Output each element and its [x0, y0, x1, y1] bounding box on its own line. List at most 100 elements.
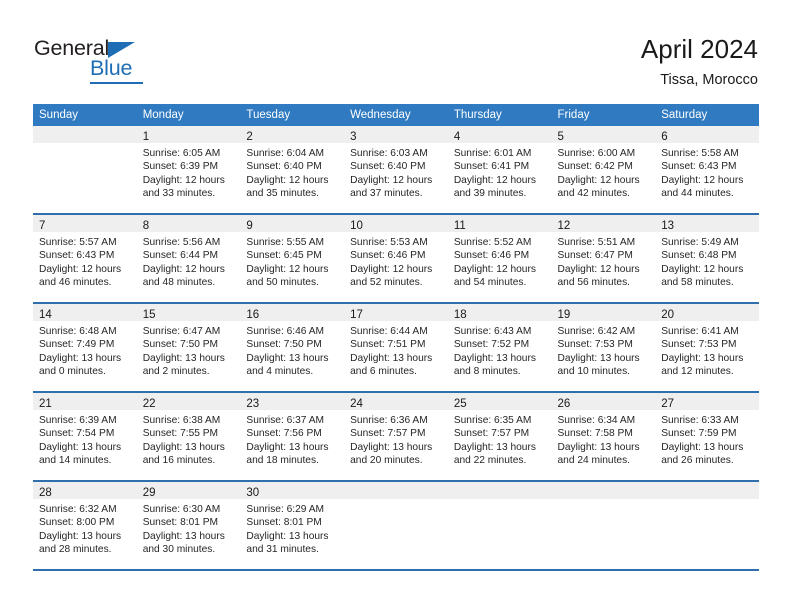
day-number: 20 — [661, 309, 675, 321]
calendar-day-cell[interactable]: 20 Sunrise: 6:41 AM Sunset: 7:53 PM Dayligh… — [655, 303, 759, 393]
calendar-day-cell[interactable]: 28 Sunrise: 6:32 AM Sunset: 8:00 PM Dayligh… — [33, 481, 137, 571]
day-number-band: 28 — [33, 482, 137, 499]
day-number-band: 20 — [655, 304, 759, 321]
day-number-band: 4 — [447, 126, 552, 143]
daylight-text-line1: Daylight: 13 hours — [142, 530, 225, 542]
sunset-text: Sunset: 6:40 PM — [350, 161, 426, 173]
day-number-band: 18 — [447, 304, 552, 321]
day-number-band: 12 — [551, 215, 656, 232]
calendar-day-cell[interactable]: 13 Sunrise: 5:49 AM Sunset: 6:48 PM Dayligh… — [655, 214, 759, 304]
day-number-band: 9 — [240, 215, 345, 232]
weekday-header-monday: Monday — [136, 104, 241, 126]
calendar-day-cell[interactable]: 14 Sunrise: 6:48 AM Sunset: 7:49 PM Dayligh… — [33, 303, 137, 393]
calendar-day-cell[interactable]: 21 Sunrise: 6:39 AM Sunset: 7:54 PM Dayligh… — [33, 392, 137, 482]
sunrise-text: Sunrise: 6:29 AM — [246, 504, 324, 515]
calendar-day-cell[interactable]: 5 Sunrise: 6:00 AM Sunset: 6:42 PM Daylight… — [551, 126, 656, 215]
day-number: 10 — [350, 220, 363, 232]
calendar-day-cell[interactable]: 3 Sunrise: 6:03 AM Sunset: 6:40 PM Daylight… — [344, 126, 448, 215]
sunrise-text: Sunrise: 6:42 AM — [557, 326, 636, 337]
page-header: General Blue April 2024 Tissa, Morocco — [0, 0, 792, 98]
daylight-text-line2: and 52 minutes. — [350, 277, 423, 289]
day-number-band — [551, 482, 656, 499]
daylight-text-line2: and 12 minutes. — [661, 366, 734, 378]
calendar-cell-empty — [655, 481, 759, 571]
day-details: Sunrise: 5:51 AM Sunset: 6:47 PM Daylight:… — [552, 232, 656, 290]
day-number-band: 26 — [551, 393, 656, 410]
calendar-day-cell[interactable]: 30 Sunrise: 6:29 AM Sunset: 8:01 PM Dayligh… — [240, 481, 345, 571]
calendar-day-cell[interactable]: 27 Sunrise: 6:33 AM Sunset: 7:59 PM Dayligh… — [655, 392, 759, 482]
sunrise-text: Sunrise: 6:41 AM — [661, 326, 739, 337]
sunrise-text: Sunrise: 6:34 AM — [557, 415, 636, 426]
sunset-text: Sunset: 7:55 PM — [142, 428, 219, 440]
calendar-day-cell[interactable]: 17 Sunrise: 6:44 AM Sunset: 7:51 PM Dayligh… — [344, 303, 448, 393]
daylight-text-line1: Daylight: 12 hours — [39, 263, 122, 275]
calendar-day-cell[interactable]: 23 Sunrise: 6:37 AM Sunset: 7:56 PM Dayligh… — [240, 392, 345, 482]
daylight-text-line1: Daylight: 13 hours — [557, 441, 640, 453]
daylight-text-line2: and 31 minutes. — [246, 544, 319, 556]
day-details: Sunrise: 6:47 AM Sunset: 7:50 PM Daylight:… — [137, 321, 241, 379]
daylight-text-line2: and 44 minutes. — [661, 188, 734, 200]
daylight-text-line2: and 54 minutes. — [453, 277, 527, 289]
daylight-text-line2: and 30 minutes. — [142, 544, 216, 556]
daylight-text-line2: and 16 minutes. — [142, 455, 216, 467]
daylight-text-line2: and 56 minutes. — [557, 277, 631, 289]
calendar-day-cell[interactable]: 25 Sunrise: 6:35 AM Sunset: 7:57 PM Dayligh… — [447, 392, 552, 482]
day-details: Sunrise: 5:53 AM Sunset: 6:46 PM Daylight:… — [344, 232, 448, 290]
calendar-day-cell[interactable]: 6 Sunrise: 5:58 AM Sunset: 6:43 PM Daylight… — [655, 126, 759, 215]
day-details: Sunrise: 5:58 AM Sunset: 6:43 PM Daylight:… — [655, 143, 759, 201]
sunrise-text: Sunrise: 6:44 AM — [350, 326, 428, 337]
calendar-day-cell[interactable]: 24 Sunrise: 6:36 AM Sunset: 7:57 PM Dayligh… — [344, 392, 448, 482]
sunrise-text: Sunrise: 6:36 AM — [350, 415, 428, 426]
calendar-day-cell[interactable]: 11 Sunrise: 5:52 AM Sunset: 6:46 PM Dayligh… — [447, 214, 552, 304]
calendar-day-cell[interactable]: 8 Sunrise: 5:56 AM Sunset: 6:44 PM Daylight… — [136, 214, 241, 304]
day-number-band: 27 — [655, 393, 759, 410]
calendar-day-cell[interactable]: 7 Sunrise: 5:57 AM Sunset: 6:43 PM Daylight… — [33, 214, 137, 304]
day-number: 4 — [453, 131, 461, 143]
calendar-page: General Blue April 2024 Tissa, Morocco S… — [0, 0, 792, 612]
daylight-text-line2: and 20 minutes. — [350, 455, 423, 467]
sunset-text: Sunset: 6:44 PM — [142, 250, 219, 262]
calendar-day-cell[interactable]: 22 Sunrise: 6:38 AM Sunset: 7:55 PM Dayligh… — [136, 392, 241, 482]
sunset-text: Sunset: 7:53 PM — [557, 339, 633, 351]
sunrise-text: Sunrise: 6:30 AM — [142, 504, 221, 515]
sunrise-text: Sunrise: 6:39 AM — [39, 415, 117, 426]
daylight-text-line1: Daylight: 13 hours — [453, 441, 536, 453]
daylight-text-line2: and 4 minutes. — [246, 366, 314, 378]
day-details: Sunrise: 6:42 AM Sunset: 7:53 PM Daylight:… — [552, 321, 656, 379]
calendar-day-cell[interactable]: 4 Sunrise: 6:01 AM Sunset: 6:41 PM Daylight… — [447, 126, 552, 215]
daylight-text-line1: Daylight: 12 hours — [350, 263, 433, 275]
weekday-header-friday: Friday — [551, 104, 656, 126]
calendar-table: Sunday Monday Tuesday Wednesday Thursday… — [33, 104, 759, 571]
day-number-band: 10 — [344, 215, 448, 232]
calendar-day-cell[interactable]: 18 Sunrise: 6:43 AM Sunset: 7:52 PM Dayligh… — [447, 303, 552, 393]
calendar-day-cell[interactable]: 15 Sunrise: 6:47 AM Sunset: 7:50 PM Dayligh… — [136, 303, 241, 393]
sunset-text: Sunset: 7:51 PM — [350, 339, 426, 351]
daylight-text-line2: and 39 minutes. — [453, 188, 527, 200]
day-number: 19 — [557, 309, 571, 321]
calendar-day-cell[interactable]: 16 Sunrise: 6:46 AM Sunset: 7:50 PM Dayligh… — [240, 303, 345, 393]
daylight-text-line1: Daylight: 13 hours — [661, 352, 744, 364]
calendar-week-row: 28 Sunrise: 6:32 AM Sunset: 8:00 PM Dayligh… — [33, 481, 759, 571]
calendar-day-cell[interactable]: 29 Sunrise: 6:30 AM Sunset: 8:01 PM Dayligh… — [136, 481, 241, 571]
sunset-text: Sunset: 6:48 PM — [661, 250, 737, 262]
calendar-day-cell[interactable]: 2 Sunrise: 6:04 AM Sunset: 6:40 PM Daylight… — [240, 126, 345, 215]
calendar-day-cell[interactable]: 1 Sunrise: 6:05 AM Sunset: 6:39 PM Daylight… — [136, 126, 241, 215]
daylight-text-line1: Daylight: 13 hours — [246, 530, 329, 542]
calendar-cell-empty — [551, 481, 656, 571]
calendar-day-cell[interactable]: 12 Sunrise: 5:51 AM Sunset: 6:47 PM Dayligh… — [551, 214, 656, 304]
calendar-day-cell[interactable]: 10 Sunrise: 5:53 AM Sunset: 6:46 PM Dayligh… — [344, 214, 448, 304]
calendar-day-cell[interactable]: 26 Sunrise: 6:34 AM Sunset: 7:58 PM Dayligh… — [551, 392, 656, 482]
calendar-day-cell[interactable]: 19 Sunrise: 6:42 AM Sunset: 7:53 PM Dayligh… — [551, 303, 656, 393]
sunset-text: Sunset: 7:49 PM — [39, 339, 115, 351]
weekday-header-sunday: Sunday — [33, 104, 137, 126]
daylight-text-line2: and 22 minutes. — [453, 455, 527, 467]
calendar-cell-empty — [447, 481, 552, 571]
day-number-band: 19 — [551, 304, 656, 321]
sunrise-text: Sunrise: 6:01 AM — [453, 148, 532, 159]
sunrise-text: Sunrise: 5:53 AM — [350, 237, 428, 248]
calendar-day-cell[interactable]: 9 Sunrise: 5:55 AM Sunset: 6:45 PM Daylight… — [240, 214, 345, 304]
logo-word-blue: Blue — [90, 56, 133, 80]
day-details: Sunrise: 6:38 AM Sunset: 7:55 PM Daylight:… — [137, 410, 241, 468]
day-number: 24 — [350, 398, 363, 410]
sunrise-text: Sunrise: 6:37 AM — [246, 415, 324, 426]
